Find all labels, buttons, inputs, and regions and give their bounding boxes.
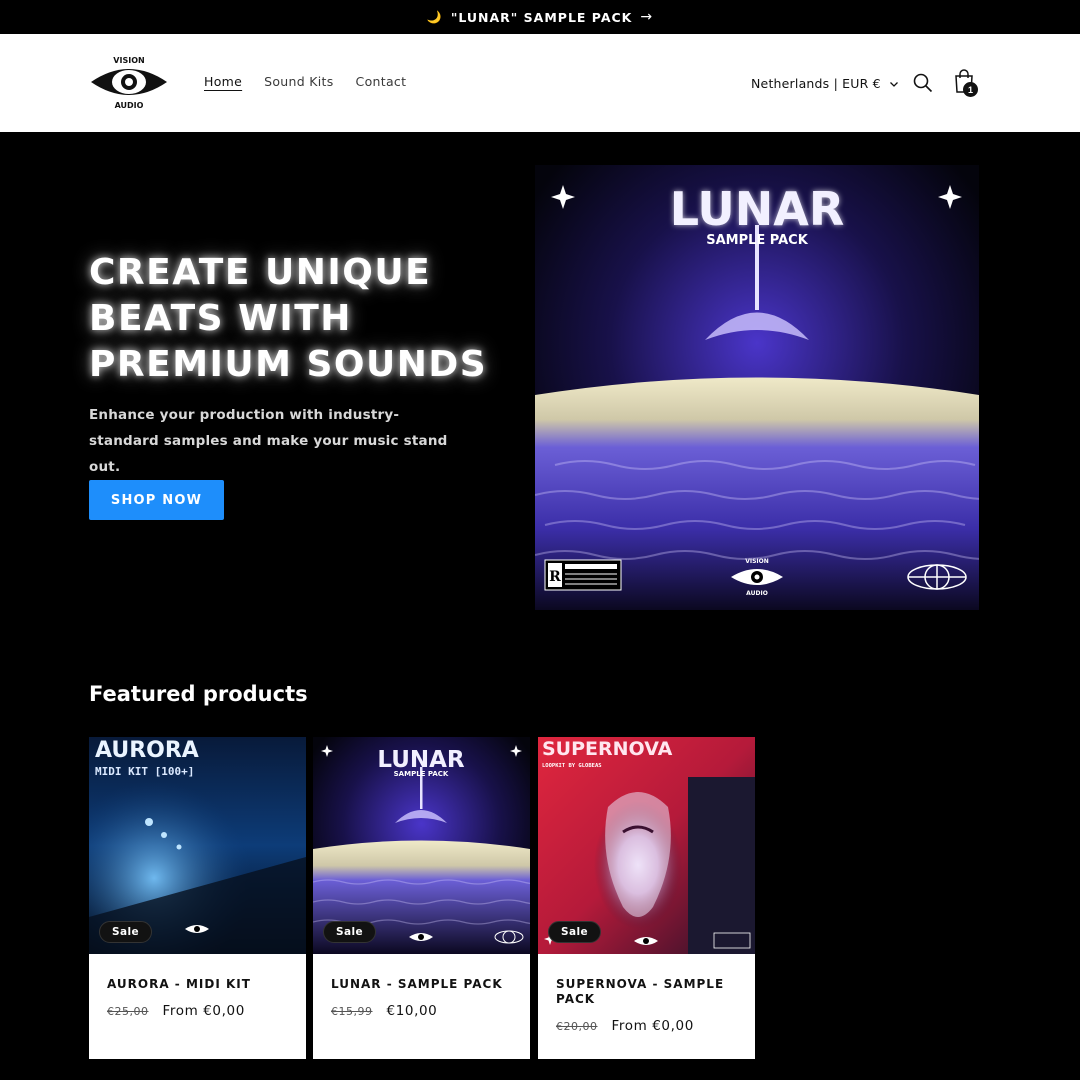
crescent-moon-icon: 🌙 — [426, 10, 443, 24]
hero-art-subtitle: SAMPLE PACK — [706, 233, 809, 248]
sale-badge: Sale — [548, 921, 601, 943]
svg-text:R: R — [549, 569, 561, 585]
shop-now-button[interactable]: SHOP NOW — [89, 480, 224, 520]
parental-advisory-label: R — [544, 559, 622, 591]
logo-top-text: VISION — [113, 56, 144, 65]
vision-audio-logo[interactable]: VISION AUDIO — [89, 54, 169, 110]
product-name[interactable]: AURORA - MIDI KIT — [107, 977, 287, 992]
original-price: €15,99 — [331, 1005, 373, 1018]
locale-label: Netherlands | EUR € — [751, 76, 881, 91]
nav-contact[interactable]: Contact — [356, 74, 407, 89]
hero-subtitle: Enhance your production with industry-st… — [89, 407, 448, 475]
nav-home[interactable]: Home — [204, 74, 242, 89]
featured-heading: Featured products — [89, 682, 308, 706]
hero-album-art: LUNAR LUNAR SAMPLE PACK R VISION AUDIO — [535, 165, 979, 610]
product-card-supernova[interactable]: SUPERNOVA LOOPKIT BY GLOBEAS Sale SUPERN… — [538, 737, 755, 1059]
original-price: €20,00 — [556, 1020, 598, 1033]
product-price: €20,00 From €0,00 — [556, 1018, 694, 1034]
sale-badge: Sale — [323, 921, 376, 943]
sale-price: From €0,00 — [162, 1003, 245, 1019]
logo-bottom-text: AUDIO — [115, 101, 144, 110]
announcement-text[interactable]: "LUNAR" SAMPLE PACK — [451, 10, 633, 25]
locale-selector[interactable]: Netherlands | EUR € — [751, 76, 899, 91]
arrow-right-icon[interactable]: → — [640, 9, 653, 25]
product-name[interactable]: SUPERNOVA - SAMPLE PACK — [556, 977, 736, 1007]
svg-text:VISION: VISION — [745, 558, 769, 565]
aurora-art-title: AURORA — [95, 738, 199, 763]
hero-art-title: LUNAR — [670, 182, 845, 236]
product-card-lunar[interactable]: LUNAR SAMPLE PACK Sale LUNAR - SAMPLE PA… — [313, 737, 530, 1059]
product-price: €15,99 €10,00 — [331, 1003, 437, 1019]
sale-badge: Sale — [99, 921, 152, 943]
search-icon[interactable] — [912, 72, 934, 94]
original-price: €25,00 — [107, 1005, 149, 1018]
chevron-down-icon — [889, 81, 898, 87]
product-price: €25,00 From €0,00 — [107, 1003, 245, 1019]
sale-price: €10,00 — [386, 1003, 438, 1019]
announcement-bar[interactable]: 🌙 "LUNAR" SAMPLE PACK → — [0, 0, 1080, 34]
product-card-aurora[interactable]: AURORA MIDI KIT [100+] Sale AURORA - MID… — [89, 737, 306, 1059]
lunar-art-subtitle: SAMPLE PACK — [394, 770, 449, 778]
aurora-art-subtitle: MIDI KIT [100+] — [95, 765, 194, 778]
main-nav: Home Sound Kits Contact — [204, 74, 406, 89]
product-name[interactable]: LUNAR - SAMPLE PACK — [331, 977, 511, 992]
site-header: VISION AUDIO Home Sound Kits Contact Net… — [0, 34, 1080, 132]
sale-price: From €0,00 — [611, 1018, 694, 1034]
supernova-art-subtitle: LOOPKIT BY GLOBEAS — [542, 763, 602, 769]
globe-icon — [907, 564, 967, 590]
cart-count-badge: 1 — [963, 82, 978, 97]
svg-text:AUDIO: AUDIO — [746, 590, 768, 597]
supernova-art-title: SUPERNOVA — [542, 738, 673, 760]
nav-sound-kits[interactable]: Sound Kits — [264, 74, 333, 89]
hero-title: CREATE UNIQUE BEATS WITH PREMIUM SOUNDS — [89, 252, 488, 385]
